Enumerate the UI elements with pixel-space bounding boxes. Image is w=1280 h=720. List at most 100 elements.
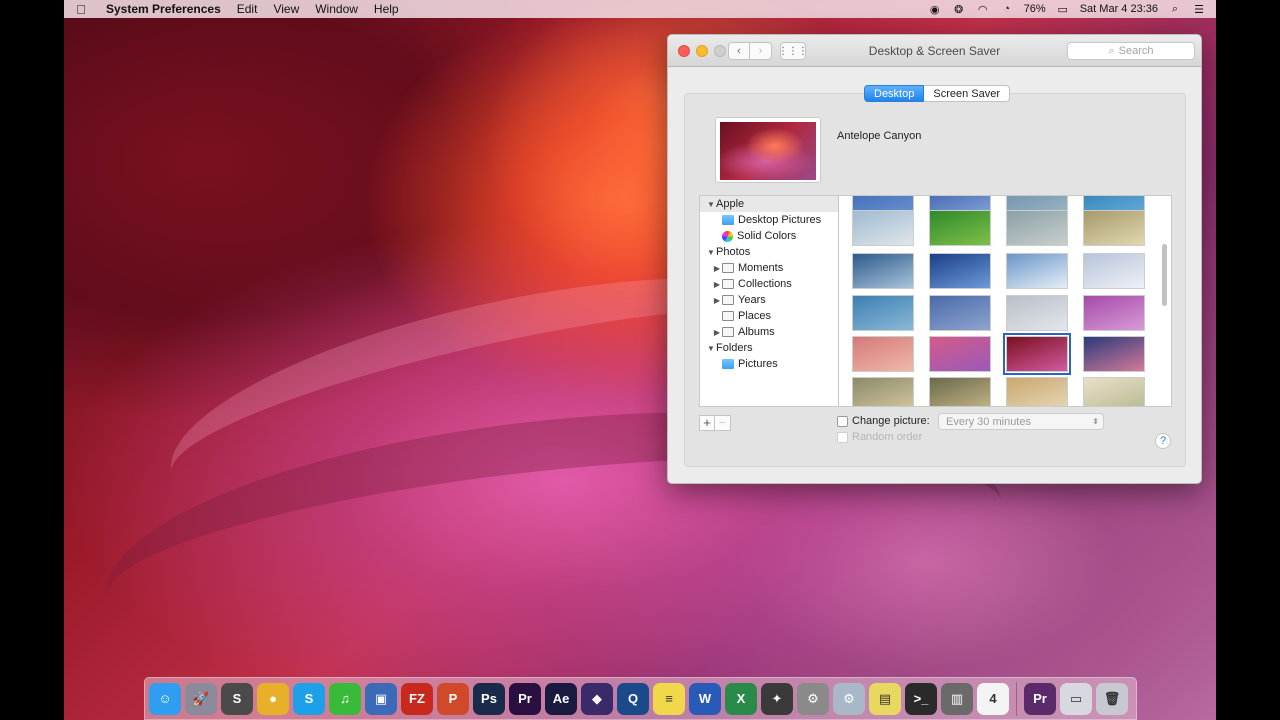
- dock-premiere-icon[interactable]: Pr: [509, 682, 541, 715]
- dock-premiere-pro-icon[interactable]: Pr: [1024, 682, 1056, 715]
- dock-excel-icon[interactable]: X: [725, 682, 757, 715]
- dock-motion-icon[interactable]: ◆: [581, 682, 613, 715]
- wifi-icon[interactable]: ◠: [976, 3, 990, 16]
- disclosure-closed-icon[interactable]: ▶: [712, 328, 722, 337]
- wallpaper-thumbnail[interactable]: [1083, 210, 1145, 246]
- wallpaper-thumbnail[interactable]: [1083, 377, 1145, 406]
- remove-folder-button[interactable]: −: [715, 415, 731, 431]
- checkbox-box[interactable]: [837, 415, 848, 427]
- sidebar-item[interactable]: Solid Colors: [700, 228, 838, 244]
- apple-menu-icon[interactable]: : [64, 2, 98, 17]
- dock-word-icon[interactable]: W: [689, 682, 721, 715]
- right-letterbox: [1216, 0, 1280, 720]
- dock-skype-icon[interactable]: S: [293, 682, 325, 715]
- left-letterbox: [0, 0, 64, 720]
- blue-folder-icon: [722, 215, 734, 225]
- wallpaper-thumbnail[interactable]: [929, 210, 991, 246]
- dock-notes-icon[interactable]: ≡: [653, 682, 685, 715]
- wallpaper-thumbnail[interactable]: [1083, 295, 1145, 331]
- dock-filezilla-icon[interactable]: FZ: [401, 682, 433, 715]
- menu-app-name[interactable]: System Preferences: [98, 2, 229, 16]
- gray-folder-icon: [722, 279, 734, 289]
- change-interval-select[interactable]: Every 30 minutes ⬍: [938, 413, 1104, 430]
- sidebar-item[interactable]: ▼ Photos: [700, 244, 838, 260]
- record-icon[interactable]: ◉: [928, 3, 942, 16]
- sidebar-item-label: Folders: [716, 342, 753, 354]
- time-machine-icon[interactable]: ◔: [1000, 3, 1014, 15]
- sidebar-item-label: Photos: [716, 246, 751, 258]
- sidebar-item[interactable]: Places: [700, 308, 838, 324]
- wallpaper-thumbnail[interactable]: [929, 377, 991, 406]
- wallpaper-thumbnail[interactable]: [1083, 336, 1145, 372]
- search-field[interactable]: ⌕ Search: [1067, 42, 1195, 60]
- disclosure-open-icon[interactable]: ▼: [706, 248, 716, 257]
- wallpaper-thumbnail[interactable]: [1006, 295, 1068, 331]
- scrollbar-thumb[interactable]: [1162, 244, 1167, 306]
- change-picture-checkbox[interactable]: Change picture:: [837, 415, 930, 427]
- wallpaper-thumbnail[interactable]: [852, 336, 914, 372]
- help-button[interactable]: ?: [1155, 433, 1171, 449]
- sidebar-item[interactable]: ▶ Collections: [700, 276, 838, 292]
- menu-window[interactable]: Window: [307, 2, 366, 16]
- spotlight-icon[interactable]: ⌕: [1168, 3, 1182, 15]
- sidebar-item-label: Solid Colors: [737, 230, 797, 242]
- wallpaper-thumbnail[interactable]: [1006, 253, 1068, 289]
- dock-virtualbox-icon[interactable]: ▣: [365, 682, 397, 715]
- disclosure-open-icon[interactable]: ▼: [706, 344, 716, 353]
- dock-powerpoint-icon[interactable]: P: [437, 682, 469, 715]
- wallpaper-thumbnail[interactable]: [852, 295, 914, 331]
- sidebar-item[interactable]: ▼ Apple: [700, 196, 838, 212]
- wallpaper-thumbnail[interactable]: [852, 377, 914, 406]
- wallpaper-thumbnail[interactable]: [852, 210, 914, 246]
- dock-launchpad-icon[interactable]: 🚀: [185, 682, 217, 715]
- wallpaper-thumbnail[interactable]: [1083, 253, 1145, 289]
- menu-edit[interactable]: Edit: [229, 2, 266, 16]
- sidebar-item[interactable]: Desktop Pictures: [700, 212, 838, 228]
- dock-downloads-icon[interactable]: ▭: [1060, 682, 1092, 715]
- dock-chrome-icon[interactable]: ●: [257, 682, 289, 715]
- tab-screen-saver[interactable]: Screen Saver: [924, 85, 1011, 102]
- notification-center-icon[interactable]: ☰: [1192, 3, 1206, 16]
- dock-photoshop-icon[interactable]: Ps: [473, 682, 505, 715]
- sidebar-item[interactable]: ▶ Albums: [700, 324, 838, 340]
- wallpaper-thumbnail[interactable]: [1003, 333, 1071, 375]
- dock-quicktime-icon[interactable]: Q: [617, 682, 649, 715]
- sidebar-item[interactable]: ▶ Years: [700, 292, 838, 308]
- dock-trash-icon[interactable]: 🗑: [1096, 682, 1128, 715]
- dock-after-effects-icon[interactable]: Ae: [545, 682, 577, 715]
- menu-help[interactable]: Help: [366, 2, 407, 16]
- dock-calendar-icon[interactable]: 4: [977, 682, 1009, 715]
- menu-clock[interactable]: Sat Mar 4 23:36: [1080, 3, 1158, 15]
- dock-utility-icon[interactable]: ⚙: [833, 682, 865, 715]
- dock-itunes-icon[interactable]: ♫: [329, 682, 361, 715]
- disclosure-closed-icon[interactable]: ▶: [712, 264, 722, 273]
- sidebar-item[interactable]: ▼ Folders: [700, 340, 838, 356]
- wallpaper-thumbnail[interactable]: [852, 253, 914, 289]
- wallpaper-thumbnail[interactable]: [929, 295, 991, 331]
- add-folder-button[interactable]: +: [699, 415, 715, 431]
- sidebar-item[interactable]: Pictures: [700, 356, 838, 372]
- disclosure-closed-icon[interactable]: ▶: [712, 280, 722, 289]
- dock-archive-icon[interactable]: ▥: [941, 682, 973, 715]
- dock-system-preferences-icon[interactable]: ⚙: [797, 682, 829, 715]
- creative-cloud-icon[interactable]: ❂: [952, 3, 966, 16]
- dock-stickies-icon[interactable]: ▤: [869, 682, 901, 715]
- sidebar-item[interactable]: ▶ Moments: [700, 260, 838, 276]
- battery-icon[interactable]: ▭: [1056, 3, 1070, 16]
- dock-safari-icon[interactable]: ✦: [761, 682, 793, 715]
- dock-sublime-icon[interactable]: S: [221, 682, 253, 715]
- wallpaper-thumbnail[interactable]: [929, 336, 991, 372]
- tab-desktop[interactable]: Desktop: [864, 85, 925, 102]
- sidebar-item-label: Albums: [738, 326, 775, 338]
- gray-folder-icon: [722, 263, 734, 273]
- menu-view[interactable]: View: [265, 2, 307, 16]
- preview-image: [720, 122, 816, 180]
- wallpaper-thumbnail[interactable]: [1006, 377, 1068, 406]
- dock-terminal-icon[interactable]: >_: [905, 682, 937, 715]
- title-bar[interactable]: ‹ › ⋮⋮⋮ Desktop & Screen Saver ⌕ Search: [668, 35, 1201, 67]
- dock-finder-icon[interactable]: ☺: [149, 682, 181, 715]
- disclosure-closed-icon[interactable]: ▶: [712, 296, 722, 305]
- wallpaper-thumbnail[interactable]: [1006, 210, 1068, 246]
- wallpaper-thumbnail[interactable]: [929, 253, 991, 289]
- disclosure-open-icon[interactable]: ▼: [706, 200, 716, 209]
